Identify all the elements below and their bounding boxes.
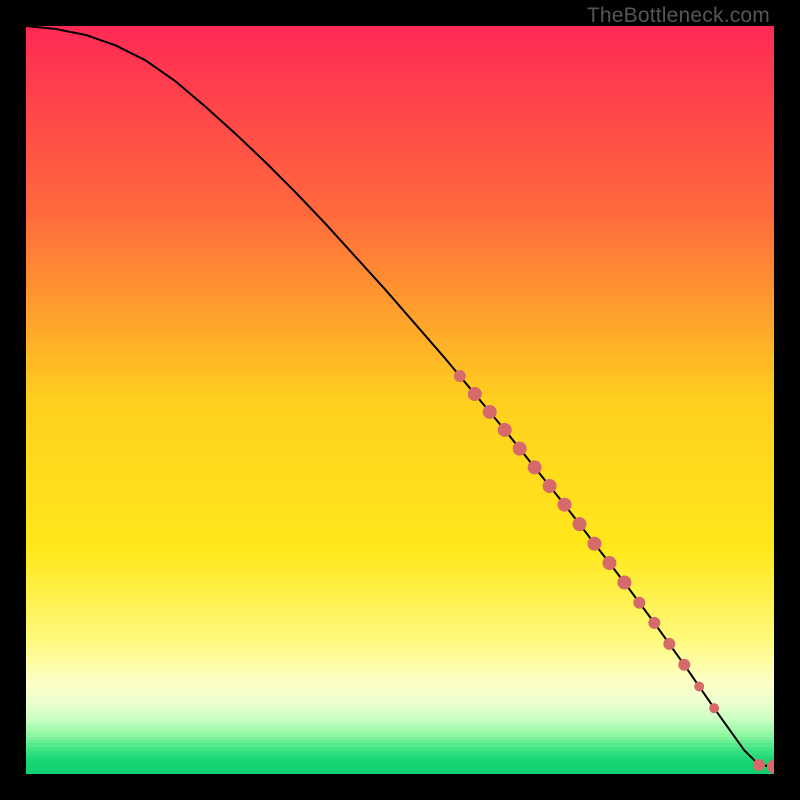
- highlight-point: [633, 597, 645, 609]
- plot-area: [26, 26, 774, 774]
- bottleneck-curve: [26, 26, 774, 767]
- highlight-point: [648, 617, 660, 629]
- highlight-point: [587, 537, 601, 551]
- highlight-point: [753, 759, 765, 771]
- highlight-point: [663, 638, 675, 650]
- highlight-point: [617, 576, 631, 590]
- highlight-point: [678, 659, 690, 671]
- highlight-point: [498, 423, 512, 437]
- highlight-point: [543, 479, 557, 493]
- highlight-point: [558, 498, 572, 512]
- highlight-point: [513, 442, 527, 456]
- chart-stage: TheBottleneck.com: [0, 0, 800, 800]
- highlight-point: [483, 405, 497, 419]
- highlight-point: [767, 760, 774, 774]
- highlight-points: [454, 370, 774, 773]
- highlight-point: [468, 387, 482, 401]
- highlight-point: [573, 517, 587, 531]
- highlight-point: [528, 460, 542, 474]
- highlight-point: [602, 556, 616, 570]
- highlight-point: [454, 370, 466, 382]
- watermark-text: TheBottleneck.com: [587, 4, 770, 28]
- curve-layer: [26, 26, 774, 774]
- highlight-point: [694, 681, 704, 691]
- highlight-point: [709, 703, 719, 713]
